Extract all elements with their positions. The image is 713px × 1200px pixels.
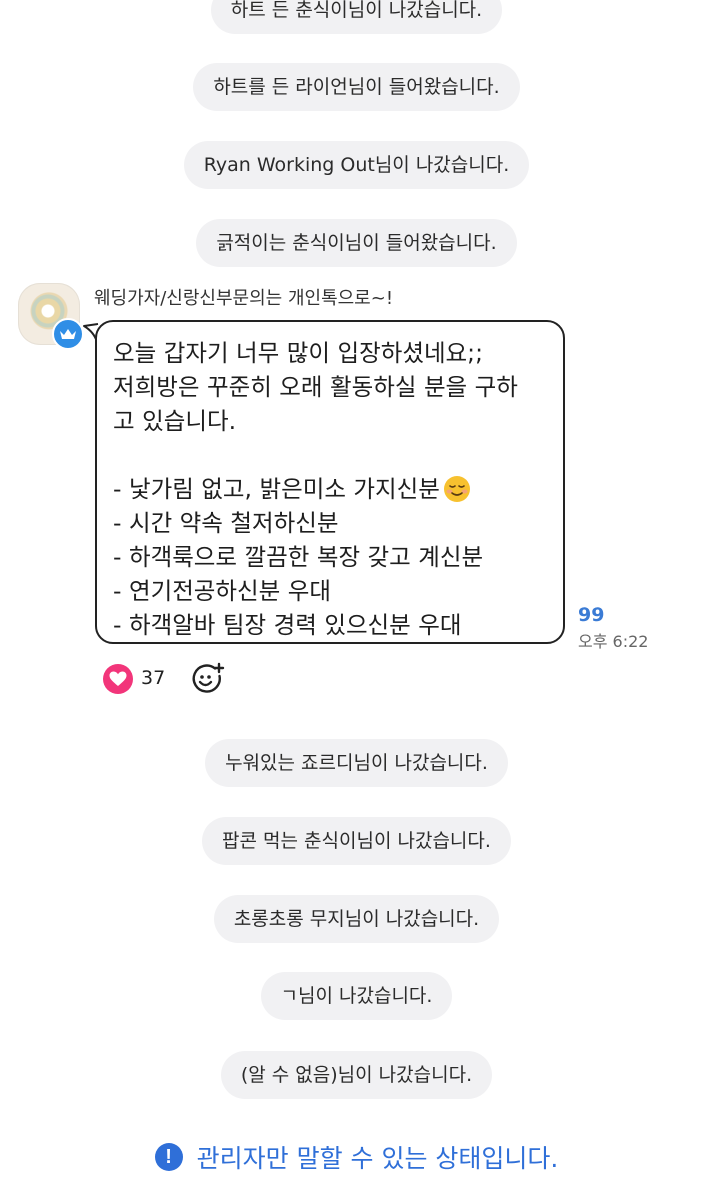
system-message-text: ㄱ님이 나갔습니다.: [260, 972, 453, 1020]
system-message: (알 수 없음)님이 나갔습니다.: [0, 1051, 713, 1099]
system-message: 초롱초롱 무지님이 나갔습니다.: [0, 895, 713, 943]
system-message: ㄱ님이 나갔습니다.: [0, 972, 713, 1020]
message-bubble[interactable]: 오늘 갑자기 너무 많이 입장하셨네요;; 저희방은 꾸준히 오래 활동하실 분…: [95, 320, 565, 644]
exclamation-icon: !: [154, 1143, 183, 1171]
admin-only-notice: ! 관리자만 말할 수 있는 상태입니다.: [0, 1139, 713, 1175]
system-message: 하트를 든 라이언님이 들어왔습니다.: [0, 63, 713, 111]
message-line: - 하객룩으로 깔끔한 복장 갖고 계신분: [113, 543, 484, 571]
add-emoji-icon[interactable]: [191, 662, 225, 696]
system-message: 하트 든 춘식이님이 나갔습니다.: [0, 0, 713, 34]
message-line: - 연기전공하신분 우대: [113, 577, 331, 605]
message-line: [113, 438, 545, 472]
system-message-text: Ryan Working Out님이 나갔습니다.: [183, 141, 530, 189]
notice-text: 관리자만 말할 수 있는 상태입니다.: [196, 1144, 559, 1173]
system-message: 긁적이는 춘식이님이 들어왔습니다.: [0, 219, 713, 267]
message-line: - 시간 약속 철저하신분: [113, 509, 339, 537]
message-line: 오늘 갑자기 너무 많이 입장하셨네요;;: [113, 339, 484, 367]
system-message: Ryan Working Out님이 나갔습니다.: [0, 141, 713, 189]
message-line: 저희방은 꾸준히 오래 활동하실 분을 구하: [113, 373, 518, 401]
crown-icon: [52, 318, 84, 350]
system-message-text: 하트 든 춘식이님이 나갔습니다.: [210, 0, 503, 34]
message-line-text: - 낯가림 없고, 밝은미소 가지신분: [113, 475, 440, 503]
heart-icon[interactable]: [103, 664, 133, 694]
system-message-text: (알 수 없음)님이 나갔습니다.: [220, 1051, 493, 1099]
system-message-text: 긁적이는 춘식이님이 들어왔습니다.: [196, 219, 517, 267]
message-line: 고 있습니다.: [113, 407, 237, 435]
message-line: - 하객알바 팀장 경력 있으신분 우대: [113, 611, 462, 639]
message-line-with-emoji: - 낯가림 없고, 밝은미소 가지신분: [113, 472, 545, 506]
message-time: 오후 6:22: [578, 632, 649, 651]
system-message-text: 누워있는 죠르디님이 나갔습니다.: [205, 739, 508, 787]
unread-count: 99: [578, 604, 605, 626]
sender-name[interactable]: 웨딩가자/신랑신부문의는 개인톡으로~!: [94, 284, 393, 310]
system-message-text: 초롱초롱 무지님이 나갔습니다.: [213, 895, 500, 943]
system-message-text: 팝콘 먹는 춘식이님이 나갔습니다.: [202, 817, 511, 865]
system-message-text: 하트를 든 라이언님이 들어왔습니다.: [193, 63, 520, 111]
reaction-count: 37: [141, 667, 166, 689]
smiling-face-icon: [443, 476, 470, 502]
system-message: 누워있는 죠르디님이 나갔습니다.: [0, 739, 713, 787]
system-message: 팝콘 먹는 춘식이님이 나갔습니다.: [0, 817, 713, 865]
